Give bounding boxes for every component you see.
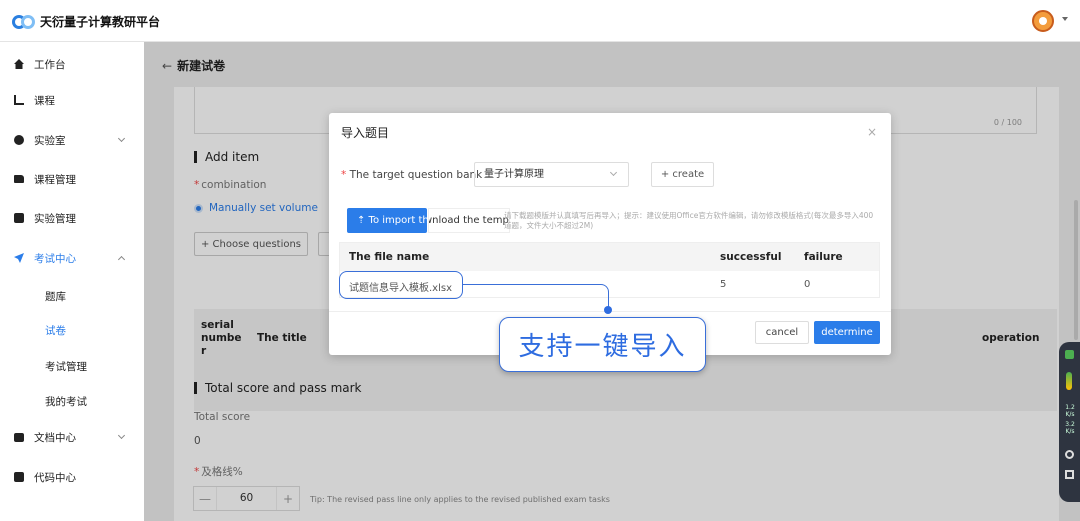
refresh-icon[interactable] [1065,450,1074,459]
modal-title: 导入题目 [341,126,390,140]
sidebar-subitem-papers[interactable]: 试卷 [0,323,144,338]
download-speed: 3.2 [1065,421,1075,428]
top-bar: 天衍量子计算教研平台 [0,0,1080,42]
sidebar-item-code-center[interactable]: 代码中心 [0,467,144,487]
chart-icon [14,95,24,105]
sidebar-item-course-management[interactable]: 课程管理 [0,169,144,189]
app-title: 天衍量子计算教研平台 [40,15,161,29]
sidebar-item-label: 实验室 [34,134,66,147]
import-hint: 请下载题模版并认真填写后再导入；提示：建议使用Office官方软件编辑，请勿修改… [504,211,874,230]
col-failure: failure [804,251,843,263]
sidebar: 工作台 课程 实验室 课程管理 实验管理 考试中心 题库 试卷 考试管理 我的考… [0,42,144,521]
cancel-button[interactable]: cancel [755,321,809,344]
sidebar-subitem-my-exams[interactable]: 我的考试 [0,394,144,409]
code-icon [14,472,24,482]
sidebar-item-label: 考试中心 [34,252,76,265]
import-button[interactable]: ⇡ To import th [347,208,427,233]
sidebar-item-workbench[interactable]: 工作台 [0,54,144,74]
chevron-up-icon [117,255,126,264]
callout-dot [604,306,612,314]
window-icon[interactable] [1065,470,1074,479]
sidebar-item-label: 课程管理 [34,173,76,186]
sidebar-item-lab[interactable]: 实验室 [0,130,144,150]
book-icon [14,432,24,442]
download-unit: K/s [1065,428,1075,435]
folder-icon [14,175,24,183]
feature-callout: 支持一键导入 [499,317,706,372]
home-icon [14,59,24,69]
caret-down-icon[interactable] [1062,17,1068,21]
experiment-icon [14,213,24,223]
sidebar-item-documents[interactable]: 文档中心 [0,427,144,447]
question-bank-select[interactable]: 量子计算原理 [474,162,629,187]
determine-button[interactable]: determine [814,321,880,344]
select-value: 量子计算原理 [484,169,544,180]
sidebar-item-label: 工作台 [34,58,66,71]
lab-icon [14,135,24,145]
upload-unit: K/s [1065,411,1075,418]
close-icon[interactable]: × [867,125,877,139]
table-header: The file name successful failure [340,243,879,271]
sidebar-subitem-exam-management[interactable]: 考试管理 [0,359,144,374]
col-file-name: The file name [349,251,430,263]
create-bank-button[interactable]: + create [651,162,714,187]
callout-connector [462,284,609,310]
sidebar-item-experiment-management[interactable]: 实验管理 [0,208,144,228]
download-template-button[interactable]: Download the template [428,208,510,233]
usage-bar [1066,372,1072,390]
sidebar-subitem-question-bank[interactable]: 题库 [0,289,144,304]
col-successful: successful [720,251,782,263]
network-monitor-widget[interactable]: 1.2 K/s 3.2 K/s [1059,342,1080,502]
sidebar-item-label: 实验管理 [34,212,76,225]
avatar[interactable] [1032,10,1054,32]
rocket-icon [14,253,24,263]
sidebar-item-course[interactable]: 课程 [0,90,144,110]
chevron-down-icon [609,168,618,177]
failure-cell: 0 [804,279,811,290]
file-highlight [339,271,463,299]
question-bank-label: * The target question bank [341,169,483,181]
sidebar-item-label: 文档中心 [34,431,76,444]
sidebar-item-exam-center[interactable]: 考试中心 [0,248,144,268]
logo-icon [12,14,36,30]
status-icon [1065,350,1074,359]
chevron-down-icon [117,134,126,143]
successful-cell: 5 [720,279,727,290]
sidebar-item-label: 代码中心 [34,471,76,484]
upload-speed: 1.2 [1065,404,1075,411]
app-logo[interactable]: 天衍量子计算教研平台 [12,13,160,30]
sidebar-item-label: 课程 [34,94,55,107]
chevron-down-icon [117,431,126,440]
